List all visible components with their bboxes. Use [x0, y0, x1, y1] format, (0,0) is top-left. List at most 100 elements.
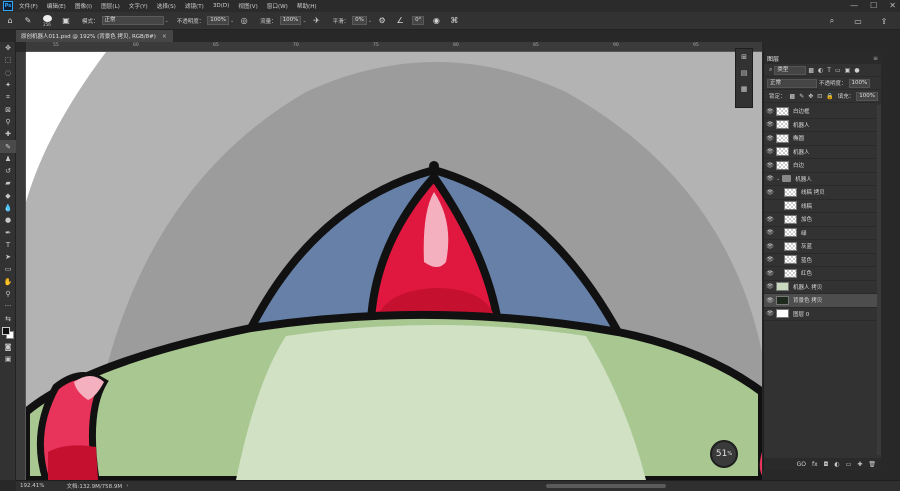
home-icon[interactable]: ⌂ [4, 15, 16, 27]
visibility-eye-icon[interactable]: 👁 [764, 175, 776, 182]
close-window-button[interactable]: ✕ [889, 1, 896, 10]
blur-tool-icon[interactable]: 💧 [0, 202, 16, 214]
lock-position-icon[interactable]: ✥ [808, 93, 813, 100]
filter-kind-select[interactable]: 类型 [774, 65, 807, 75]
layer-row[interactable]: 👁 加色 [764, 213, 882, 227]
brush-tool-icon[interactable]: ✎ [22, 15, 34, 27]
visibility-eye-icon[interactable]: 👁 [764, 162, 776, 169]
visibility-eye-icon[interactable]: 👁 [764, 121, 776, 128]
filter-type-icon[interactable]: T [827, 67, 831, 74]
visibility-eye-icon[interactable]: 👁 [764, 283, 776, 290]
visibility-eye-icon[interactable]: 👁 [764, 229, 776, 236]
status-menu-chevron-icon[interactable]: › [126, 483, 128, 489]
menu-edit[interactable]: 编辑(E) [47, 2, 66, 10]
visibility-eye-icon[interactable]: 👁 [764, 256, 776, 263]
brush-settings-icon[interactable]: ▣ [60, 15, 72, 27]
history-brush-tool-icon[interactable]: ↺ [0, 165, 16, 177]
type-tool-icon[interactable]: T [0, 239, 16, 251]
lasso-tool-icon[interactable]: ◌ [0, 67, 16, 79]
menu-view[interactable]: 视图(V) [238, 2, 257, 10]
visibility-eye-icon[interactable]: 👁 [764, 135, 776, 142]
mode-select[interactable]: 正常 [101, 16, 164, 25]
swap-colors-icon[interactable]: ⇆ [0, 313, 16, 325]
dodge-tool-icon[interactable]: ● [0, 214, 16, 226]
menu-3d[interactable]: 3D(D) [213, 3, 230, 9]
airbrush-icon[interactable]: ✈ [311, 15, 323, 27]
eraser-tool-icon[interactable]: ▰ [0, 177, 16, 189]
adjustment-layer-icon[interactable]: ◐ [834, 461, 839, 468]
layer-row[interactable]: 👁 图层 0 [764, 308, 882, 321]
paint-bucket-tool-icon[interactable]: ◆ [0, 190, 16, 202]
visibility-eye-icon[interactable]: 👁 [764, 297, 776, 304]
clone-stamp-tool-icon[interactable]: ♟ [0, 153, 16, 165]
lock-pixels-icon[interactable]: ✎ [799, 93, 804, 100]
magic-wand-tool-icon[interactable]: ✦ [0, 79, 16, 91]
link-layers-icon[interactable]: GO [797, 461, 806, 468]
new-layer-icon[interactable]: ✚ [857, 461, 862, 468]
layer-row[interactable]: 👁 机器人 拷贝 [764, 281, 882, 294]
filter-shape-icon[interactable]: ▭ [835, 67, 841, 74]
ruler-vertical[interactable] [16, 52, 26, 480]
layer-row[interactable]: 👁 背景色 拷贝 [764, 294, 882, 308]
pressure-size-icon[interactable]: ◉ [430, 15, 442, 27]
smoothing-field[interactable]: 0% [352, 16, 367, 25]
filter-smart-object-icon[interactable]: ▣ [845, 67, 851, 74]
zoom-level[interactable]: 192.41% [20, 483, 44, 489]
quick-mask-icon[interactable]: ◙ [0, 341, 16, 353]
menu-window[interactable]: 窗口(W) [267, 2, 288, 10]
lock-artboard-icon[interactable]: ⊡ [817, 93, 822, 100]
visibility-eye-icon[interactable]: 👁 [764, 108, 776, 115]
layer-row[interactable]: 👁 绿 [764, 227, 882, 240]
maximize-button[interactable]: ☐ [870, 1, 877, 10]
document-tab[interactable]: 原创机器人011.psd @ 192% (背景色 拷贝, RGB/8#) × [16, 30, 173, 42]
blend-mode-select[interactable]: 正常 [767, 78, 817, 88]
frame-tool-icon[interactable]: ⊠ [0, 103, 16, 115]
search-icon[interactable]: ⌕ [826, 15, 838, 27]
shape-tool-icon[interactable]: ▭ [0, 263, 16, 275]
layer-row[interactable]: 👁 白边 [764, 159, 882, 173]
layer-opacity-field[interactable]: 100% [848, 78, 871, 88]
menu-filter[interactable]: 滤镜(T) [185, 2, 204, 10]
symmetry-icon[interactable]: ⌘ [448, 15, 460, 27]
more-tools-icon[interactable]: ··· [0, 300, 16, 312]
layer-row[interactable]: 👁 ⌄ 机器人 [764, 173, 882, 186]
hand-tool-icon[interactable]: ✋ [0, 276, 16, 288]
add-mask-icon[interactable]: ◘ [824, 461, 829, 468]
close-icon[interactable]: × [162, 33, 167, 40]
layer-row[interactable]: 👁 椭圆 [764, 132, 882, 146]
pen-tool-icon[interactable]: ✒ [0, 226, 16, 238]
smoothing-options-gear-icon[interactable]: ⚙ [376, 15, 388, 27]
document-canvas[interactable] [26, 52, 762, 480]
menu-type[interactable]: 文字(Y) [129, 2, 148, 10]
workspace-icon[interactable]: ▭ [852, 15, 864, 27]
properties-icon[interactable]: ▤ [736, 65, 752, 81]
eyedropper-tool-icon[interactable]: ⚲ [0, 116, 16, 128]
filter-pixel-icon[interactable]: ▩ [808, 67, 814, 74]
panel-menu-icon[interactable]: ≡ [873, 55, 878, 62]
delete-layer-icon[interactable]: 🗑 [868, 461, 876, 468]
angle-field[interactable]: 0° [412, 16, 425, 25]
fx-icon[interactable]: fx [812, 461, 818, 468]
move-tool-icon[interactable]: ✥ [0, 42, 16, 54]
visibility-eye-icon[interactable]: 👁 [764, 189, 776, 196]
path-selection-tool-icon[interactable]: ➤ [0, 251, 16, 263]
menu-layer[interactable]: 图层(L) [101, 2, 120, 10]
libraries-icon[interactable]: ▦ [736, 81, 752, 97]
layers-panel-title[interactable]: 图层 [767, 54, 779, 63]
layer-row[interactable]: 👁 红色 [764, 267, 882, 281]
share-icon[interactable]: ⇪ [878, 15, 890, 27]
layer-row[interactable]: 👁 灰蓝 [764, 240, 882, 254]
brush-tool-icon[interactable]: ✎ [0, 140, 16, 153]
marquee-tool-icon[interactable]: ⬚ [0, 54, 16, 66]
layer-row[interactable]: 👁 机器人 [764, 119, 882, 132]
layer-row[interactable]: 👁 机器人 [764, 146, 882, 159]
color-swatches[interactable] [0, 325, 15, 341]
visibility-eye-icon[interactable]: 👁 [764, 216, 776, 223]
menu-help[interactable]: 帮助(H) [297, 2, 317, 10]
layer-row[interactable]: 👁 线稿 拷贝 [764, 186, 882, 200]
menu-image[interactable]: 图像(I) [75, 2, 92, 10]
adjustments-icon[interactable]: ⊞ [736, 49, 752, 65]
fill-field[interactable]: 100% [856, 91, 879, 101]
filter-adjustment-icon[interactable]: ◐ [818, 67, 823, 74]
flow-field[interactable]: 100% [279, 16, 302, 25]
